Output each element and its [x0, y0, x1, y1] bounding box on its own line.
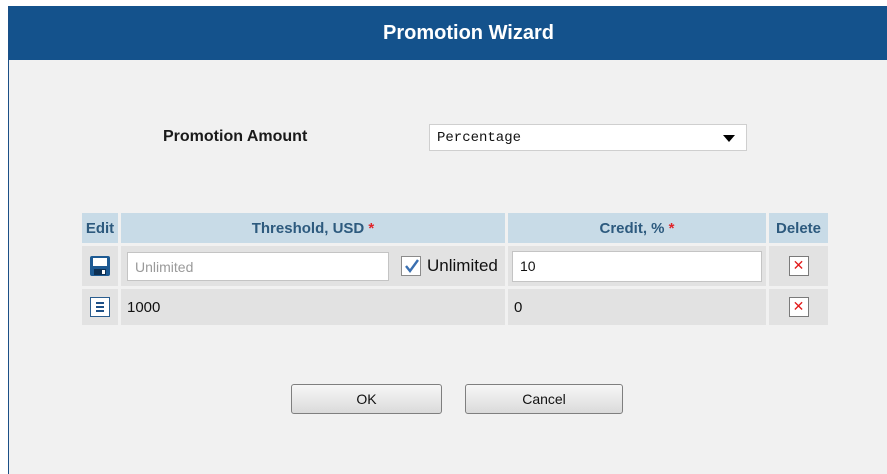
header-delete: Delete: [769, 213, 828, 243]
delete-cell: ✕: [769, 289, 828, 325]
threshold-input[interactable]: Unlimited: [127, 251, 389, 281]
ok-button[interactable]: OK: [291, 384, 442, 414]
edit-cell: [82, 289, 118, 325]
credit-cell: 0: [508, 289, 766, 325]
required-mark: *: [668, 219, 675, 237]
dialog-title: Promotion Wizard: [383, 21, 554, 44]
dialog-titlebar: Promotion Wizard: [9, 6, 887, 60]
table-row-editing: Unlimited Unlimited 10 ✕: [82, 246, 828, 286]
unlimited-checkbox[interactable]: [401, 256, 421, 276]
credit-input[interactable]: 10: [512, 250, 762, 282]
caret-down-icon: [723, 135, 735, 142]
header-threshold: Threshold, USD *: [121, 213, 505, 243]
table-row: 1000 0 ✕: [82, 289, 828, 325]
delete-icon[interactable]: ✕: [788, 256, 809, 276]
checkmark-icon: [405, 259, 419, 273]
threshold-edit-cell: Unlimited Unlimited: [121, 246, 505, 286]
unlimited-label: Unlimited: [427, 256, 498, 275]
delete-icon[interactable]: ✕: [788, 297, 809, 317]
promotion-wizard-dialog: Promotion Wizard Promotion Amount Percen…: [8, 6, 887, 474]
threshold-cell: 1000: [121, 289, 505, 325]
promotion-amount-value: Percentage: [437, 130, 522, 146]
promotion-amount-select[interactable]: Percentage: [429, 124, 747, 151]
credit-edit-cell: 10: [508, 246, 766, 286]
threshold-table: Edit Threshold, USD * Credit, % * Delete: [79, 210, 831, 328]
delete-cell: ✕: [769, 246, 828, 286]
header-credit: Credit, % *: [508, 213, 766, 243]
edit-list-icon[interactable]: [90, 297, 110, 317]
save-icon[interactable]: [89, 255, 111, 277]
required-mark: *: [368, 219, 375, 237]
table-header-row: Edit Threshold, USD * Credit, % * Delete: [82, 213, 828, 243]
promotion-amount-label: Promotion Amount: [163, 128, 308, 145]
edit-cell: [82, 246, 118, 286]
cancel-button[interactable]: Cancel: [465, 384, 623, 414]
header-edit: Edit: [82, 213, 118, 243]
